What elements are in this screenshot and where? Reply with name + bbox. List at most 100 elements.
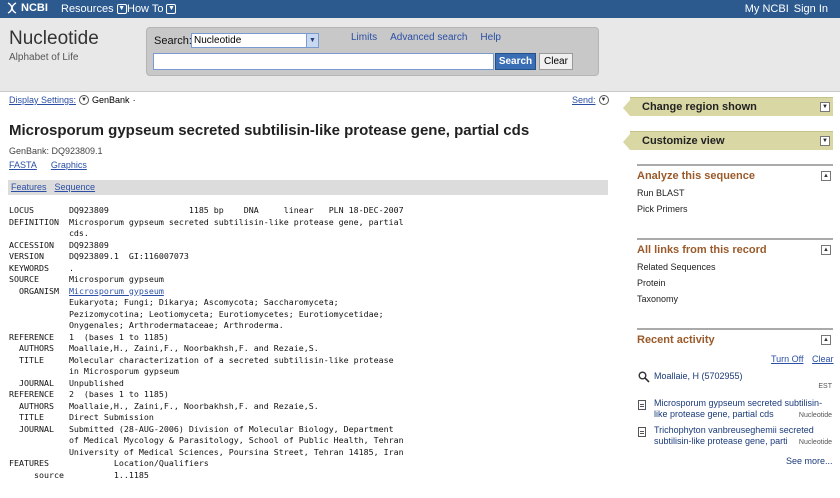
record-line: JOURNAL Submitted (28-AUG-2006) Division… (9, 423, 394, 434)
resources-menu[interactable]: Resources ▼ (61, 3, 127, 15)
ncbi-logo-text: NCBI (21, 2, 48, 14)
chevron-down-icon[interactable]: ▼ (598, 95, 609, 105)
format-links: FASTA Graphics (9, 160, 87, 170)
recent-record-item[interactable]: Microsporum gypseum secreted subtilisin-… (654, 398, 832, 420)
genbank-accession: GenBank: DQ923809.1 (9, 146, 103, 156)
record-line: SOURCE Microsporum gypseum (9, 274, 164, 284)
database-select[interactable]: Nucleotide ▼ (191, 33, 319, 48)
change-region-label: Change region shown (642, 101, 757, 113)
chevron-down-icon[interactable]: ▼ (79, 95, 90, 105)
send-to-link[interactable]: Send: (572, 95, 596, 105)
top-navigation-bar: NCBI Resources ▼ How To ▼ My NCBI Sign I… (0, 0, 840, 18)
record-title: Microsporum gypseum secreted subtilisin-… (9, 122, 530, 139)
record-line: Onygenales; Arthrodermataceae; Arthroder… (9, 320, 284, 330)
ncbi-helix-icon (7, 2, 17, 14)
record-line: KEYWORDS . (9, 262, 74, 273)
record-line: University of Medical Sciences, Poursina… (9, 446, 404, 457)
send-to: Send: ▼ (572, 95, 609, 105)
run-blast-link[interactable]: Run BLAST (637, 188, 833, 198)
organism-taxonomy-link[interactable]: Microsporum gypseum (69, 286, 164, 296)
all-links-heading: All links from this record (637, 244, 767, 256)
display-settings-link[interactable]: Display Settings: (9, 95, 76, 105)
record-line: Pezizomycotina; Leotiomyceta; Eurotiomyc… (9, 308, 384, 319)
record-line: REFERENCE 1 (bases 1 to 1185) (9, 331, 169, 342)
record-line: in Microsporum gypseum (9, 366, 179, 376)
record-line: source 1..1185 (9, 469, 149, 480)
collapse-icon[interactable]: ▲ (821, 245, 831, 255)
database-tagline: Alphabet of Life (9, 52, 79, 63)
search-header: Nucleotide Alphabet of Life Search: Nucl… (0, 18, 840, 92)
change-region-bar[interactable]: Change region shown ▼ (623, 97, 833, 116)
customize-view-bar[interactable]: Customize view ▼ (623, 131, 833, 150)
pick-primers-link[interactable]: Pick Primers (637, 204, 833, 214)
protein-link[interactable]: Protein (637, 278, 833, 288)
record-line: cds. (9, 228, 89, 238)
recent-activity-heading: Recent activity (637, 334, 715, 346)
chevron-down-icon[interactable]: ▼ (820, 102, 830, 112)
recent-activity-panel: Recent activity ▲ (637, 328, 833, 346)
resources-menu-label: Resources (61, 3, 114, 15)
clear-button[interactable]: Clear (539, 53, 573, 70)
chevron-down-icon: ▼ (116, 4, 127, 14)
chevron-down-icon: ▼ (166, 4, 177, 14)
search-icon (638, 371, 650, 383)
search-input[interactable] (153, 53, 494, 70)
my-ncbi-link[interactable]: My NCBI (745, 3, 789, 15)
record-line: TITLE Direct Submission (9, 412, 154, 422)
recent-record-line1: Trichophyton vanbreuseghemii secreted (654, 425, 814, 435)
bullet-separator: · (132, 95, 136, 105)
record-line: LOCUS DQ923809 1185 bp DNA linear PLN 18… (9, 205, 404, 215)
related-sequences-link[interactable]: Related Sequences (637, 262, 833, 272)
customize-view-label: Customize view (642, 135, 725, 147)
taxonomy-link[interactable]: Taxonomy (637, 294, 833, 304)
sign-in-link[interactable]: Sign In (794, 3, 828, 15)
advanced-search-link[interactable]: Advanced search (390, 32, 467, 43)
chevron-down-icon[interactable]: ▼ (820, 136, 830, 146)
clear-activity-link[interactable]: Clear (812, 354, 834, 364)
record-line: AUTHORS Moallaie,H., Zaini,F., Noorbakhs… (9, 400, 319, 411)
record-line: FEATURES Location/Qualifiers (9, 458, 209, 468)
display-format-value: GenBank (92, 95, 130, 105)
record-line: VERSION DQ923809.1 GI:116007073 (9, 251, 189, 261)
document-icon (638, 427, 646, 437)
limits-link[interactable]: Limits (351, 32, 377, 43)
display-settings: Display Settings: ▼ GenBank · (9, 95, 136, 105)
record-line: DEFINITION Microsporum gypseum secreted … (9, 216, 404, 227)
record-line: AUTHORS Moallaie,H., Zaini,F., Noorbakhs… (9, 343, 319, 353)
recent-record-db: Nucleotide (798, 412, 832, 419)
all-links-panel: All links from this record ▲ Related Sequ… (637, 238, 833, 304)
recent-search-db: EST (818, 383, 832, 390)
ncbi-logo[interactable]: NCBI (6, 2, 48, 14)
see-more-link[interactable]: See more... (786, 456, 833, 467)
recent-search-label: Moallaie, H (5702955) (654, 371, 743, 381)
analyze-sequence-panel: Analyze this sequence ▲ Run BLAST Pick Pr… (637, 164, 833, 214)
collapse-icon[interactable]: ▲ (821, 171, 831, 181)
how-to-menu[interactable]: How To ▼ (127, 3, 177, 15)
record-line: ACCESSION DQ923809 (9, 239, 109, 250)
database-title: Nucleotide (9, 28, 99, 49)
record-line: of Medical Mycology & Parasitology, Scho… (9, 435, 404, 445)
help-link[interactable]: Help (480, 32, 501, 43)
turn-off-link[interactable]: Turn Off (771, 354, 804, 364)
record-line: REFERENCE 2 (bases 1 to 1185) (9, 389, 169, 399)
recent-search-item[interactable]: Moallaie, H (5702955) EST (654, 371, 832, 390)
recent-record-item[interactable]: Trichophyton vanbreuseghemii secreted su… (654, 425, 832, 447)
search-button[interactable]: Search (495, 53, 536, 70)
collapse-icon[interactable]: ▲ (821, 335, 831, 345)
record-line: JOURNAL Unpublished (9, 377, 124, 388)
recent-record-line1: Microsporum gypseum secreted subtilisin- (654, 398, 823, 408)
dropdown-arrow-icon[interactable]: ▼ (306, 34, 318, 47)
genbank-record: LOCUS DQ923809 1185 bp DNA linear PLN 18… (9, 205, 609, 498)
record-line: Eukaryota; Fungi; Dikarya; Ascomycota; S… (9, 297, 339, 307)
fasta-link[interactable]: FASTA (9, 160, 37, 170)
record-line: ORGANISM Microsporum gypseum (9, 285, 164, 296)
database-select-value: Nucleotide (194, 35, 242, 46)
record-line: TITLE Molecular characterization of a se… (9, 354, 394, 365)
recent-record-db: Nucleotide (798, 439, 832, 446)
graphics-link[interactable]: Graphics (51, 160, 87, 170)
how-to-menu-label: How To (127, 3, 164, 15)
tab-sequence[interactable]: Sequence (55, 182, 96, 193)
recent-activity-controls: Turn Off Clear (771, 354, 834, 365)
tab-features[interactable]: Features (11, 182, 47, 193)
search-label: Search: (154, 35, 192, 47)
